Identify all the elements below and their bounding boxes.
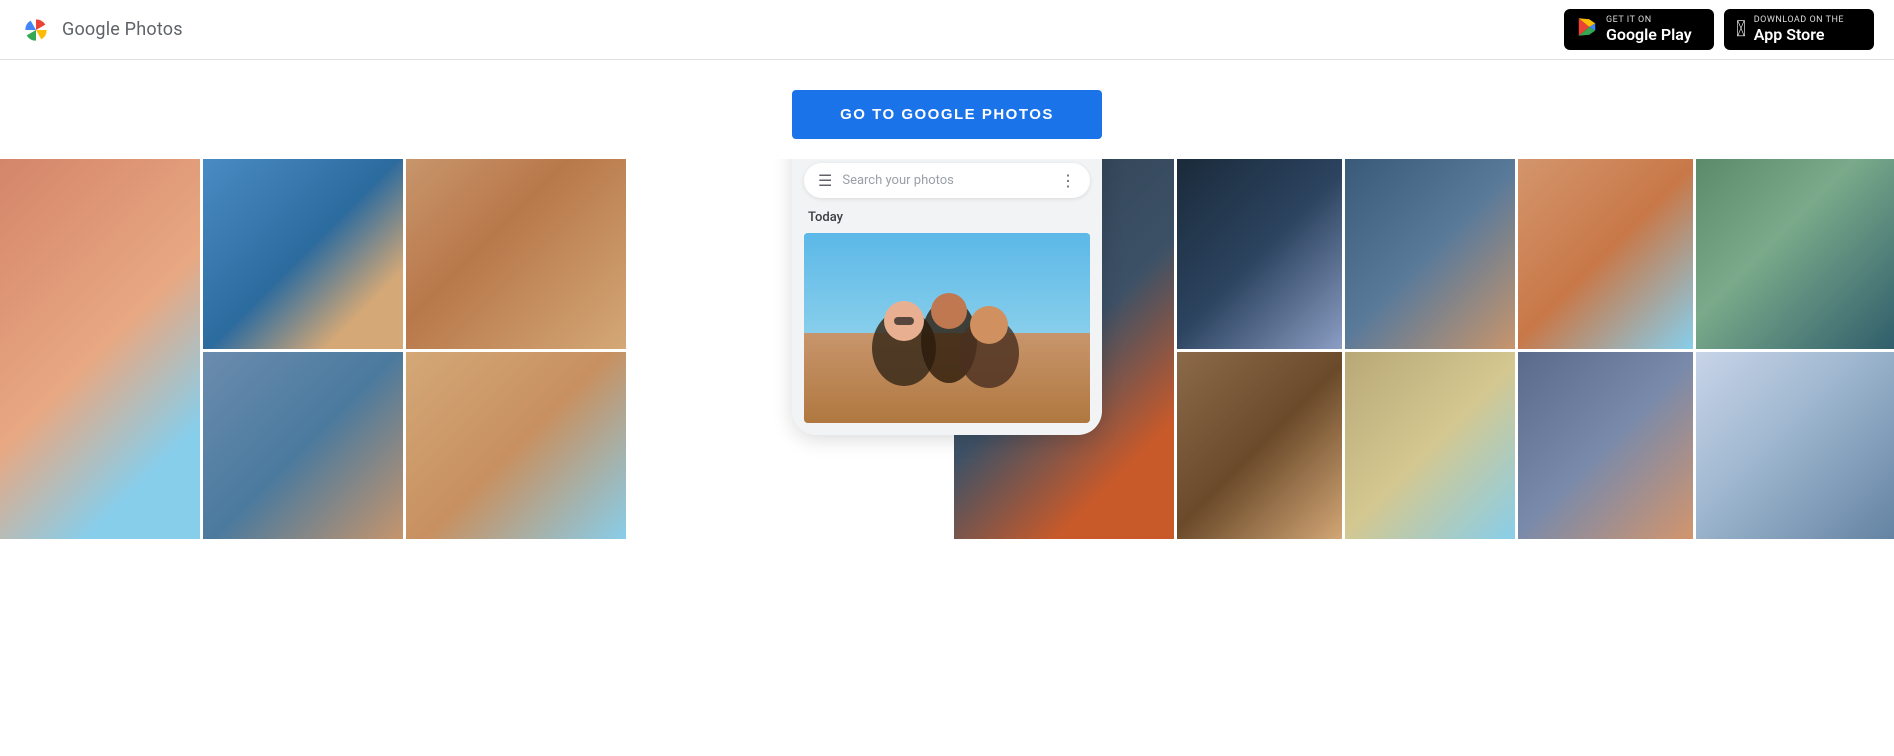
- google-play-icon: [1576, 16, 1598, 43]
- phone-photo-inner: [804, 233, 1090, 423]
- list-item: [406, 159, 626, 349]
- phone-search-placeholder: Search your photos: [842, 173, 1060, 188]
- list-item: [1518, 159, 1693, 349]
- phone-date-label: Today: [804, 210, 1090, 225]
- list-item: [1345, 159, 1515, 349]
- header: Google Photos GET IT ON Google Play  Do: [0, 0, 1894, 60]
- app-badges: GET IT ON Google Play  Download on the …: [1564, 9, 1874, 50]
- google-play-text: GET IT ON Google Play: [1606, 15, 1692, 44]
- logo-text: Google Photos: [62, 19, 183, 40]
- google-play-badge[interactable]: GET IT ON Google Play: [1564, 9, 1714, 50]
- list-item: [406, 352, 626, 539]
- left-photo-grid: [0, 159, 620, 539]
- list-item: [203, 159, 403, 349]
- list-item: [1177, 352, 1342, 539]
- google-photos-logo-icon: [20, 14, 52, 46]
- list-item: [1518, 352, 1693, 539]
- phone-main-photo: [804, 233, 1090, 423]
- list-item: [1696, 159, 1894, 349]
- cta-section: GO TO GOOGLE PHOTOS: [0, 60, 1894, 159]
- phone-mockup: ☰ Search your photos ⋮ Today: [792, 159, 1102, 435]
- phone-search-bar[interactable]: ☰ Search your photos ⋮: [804, 163, 1090, 198]
- apple-icon: : [1736, 19, 1746, 41]
- hamburger-icon: ☰: [818, 171, 832, 190]
- list-item: [1696, 352, 1894, 539]
- list-item: [1177, 159, 1342, 349]
- list-item: [1345, 352, 1515, 539]
- logo: Google Photos: [20, 14, 183, 46]
- list-item: [0, 159, 200, 539]
- app-store-text: Download on the App Store: [1754, 15, 1844, 44]
- app-store-badge[interactable]:  Download on the App Store: [1724, 9, 1874, 50]
- go-to-google-photos-button[interactable]: GO TO GOOGLE PHOTOS: [792, 90, 1102, 139]
- list-item: [203, 352, 403, 539]
- more-options-icon: ⋮: [1060, 171, 1076, 190]
- hero-section: ☰ Search your photos ⋮ Today: [0, 159, 1894, 539]
